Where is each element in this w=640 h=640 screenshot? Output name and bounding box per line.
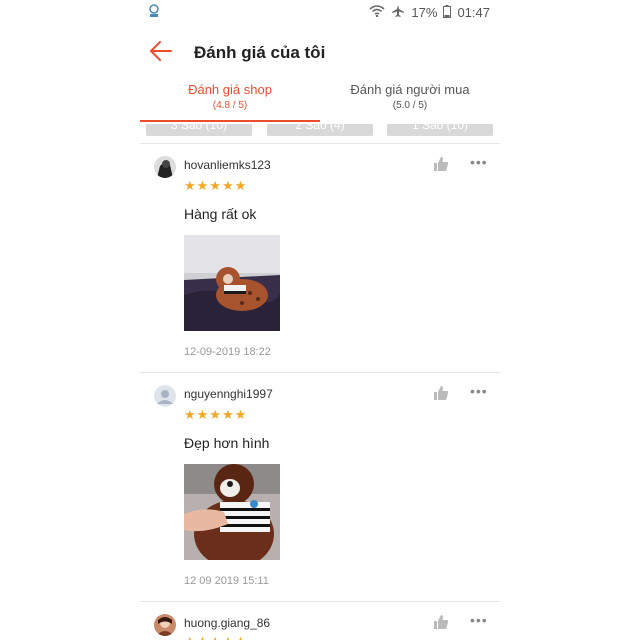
page-title: Đánh giá của tôi (194, 43, 326, 62)
review-photo[interactable] (184, 235, 280, 331)
rating-tabs: Đánh giá shop (4.8 / 5) Đánh giá người m… (140, 82, 500, 124)
star-rating: ★★★★★ (184, 407, 248, 422)
avatar (154, 156, 176, 178)
filter-2-star[interactable]: 2 Sao (4) (267, 124, 373, 136)
review-item: hovanliemks123 ••• ★★★★★ Hàng rất ok 12-… (140, 144, 500, 372)
review-text: Hàng rất ok (184, 206, 257, 222)
status-bar: 17% 01:47 (140, 0, 500, 24)
battery-icon (443, 4, 452, 21)
like-button[interactable] (433, 614, 449, 635)
notification-icon (148, 4, 160, 21)
review-item: huong.giang_86 ••• ★★★★★ (140, 602, 500, 640)
avatar (154, 614, 176, 636)
like-button[interactable] (433, 385, 449, 406)
default-avatar-icon (154, 385, 176, 407)
tab-buyer-reviews[interactable]: Đánh giá người mua (5.0 / 5) (320, 82, 500, 111)
reviewer-username: hovanliemks123 (184, 158, 271, 172)
airplane-mode-icon (391, 4, 405, 21)
star-filter-bar: 3 Sao (10) 2 Sao (4) 1 Sao (10) (140, 124, 500, 138)
active-tab-indicator (140, 120, 320, 122)
app-screen: 17% 01:47 Đánh giá của tôi Đánh giá shop… (140, 0, 500, 640)
tab-label: Đánh giá người mua (350, 82, 470, 97)
reviewer-username: huong.giang_86 (184, 616, 271, 630)
filter-1-star[interactable]: 1 Sao (10) (387, 124, 493, 136)
tab-shop-reviews[interactable]: Đánh giá shop (4.8 / 5) (140, 82, 320, 111)
more-options-icon[interactable]: ••• (470, 612, 488, 628)
like-button[interactable] (433, 156, 449, 177)
thumbs-up-icon (434, 157, 449, 171)
clock: 01:47 (457, 5, 490, 20)
reviewer-username: nguyennghi1997 (184, 387, 273, 401)
star-rating: ★★★★★ (184, 634, 247, 640)
review-photo[interactable] (184, 464, 280, 560)
filter-3-star[interactable]: 3 Sao (10) (146, 124, 252, 136)
tab-score: (4.8 / 5) (212, 100, 248, 111)
more-options-icon[interactable]: ••• (470, 154, 488, 170)
avatar (154, 385, 176, 407)
more-options-icon[interactable]: ••• (470, 383, 488, 399)
thumbs-up-icon (434, 615, 449, 629)
app-header: Đánh giá của tôi (140, 28, 500, 76)
arrow-left-icon (150, 41, 172, 61)
review-date: 12 09 2019 15:11 (184, 575, 269, 587)
review-date: 12-09-2019 18:22 (184, 346, 271, 358)
thumbs-up-icon (434, 386, 449, 400)
tab-label: Đánh giá shop (188, 82, 272, 97)
star-rating: ★★★★★ (184, 178, 248, 193)
back-button[interactable] (148, 38, 174, 64)
review-item: nguyennghi1997 ••• ★★★★★ Đẹp hơn hình 12… (140, 373, 500, 601)
wifi-icon (369, 5, 385, 20)
battery-percent: 17% (411, 5, 438, 20)
review-text: Đẹp hơn hình (184, 435, 270, 451)
tab-score: (5.0 / 5) (392, 100, 428, 111)
